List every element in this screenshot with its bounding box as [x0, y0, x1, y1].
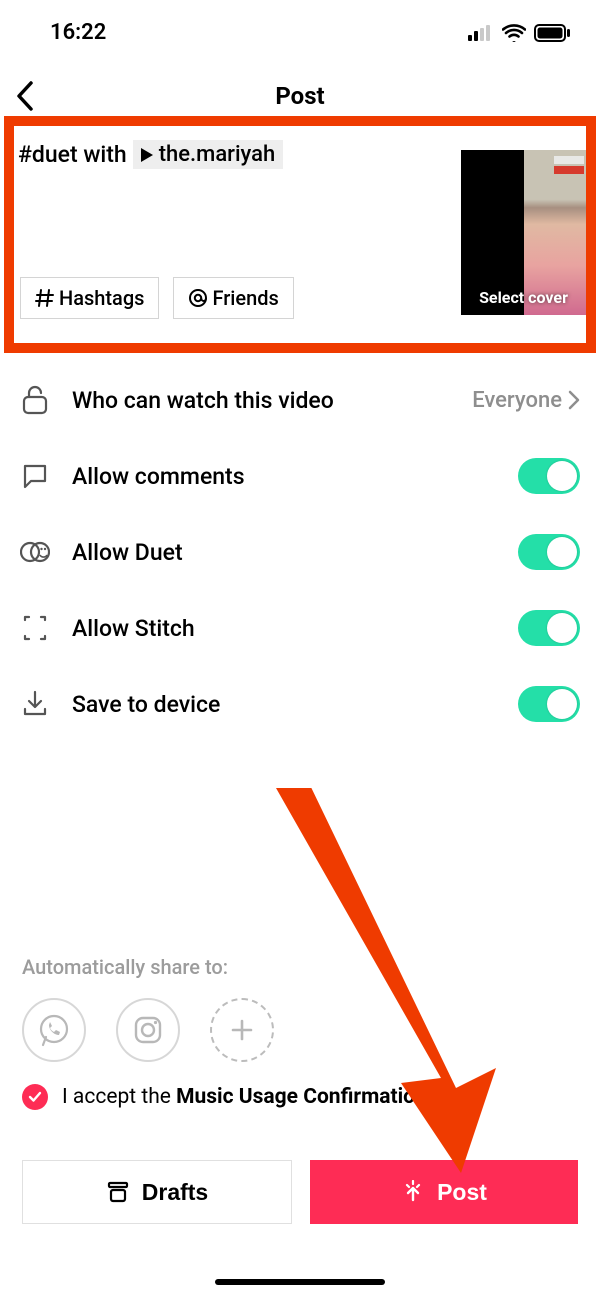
mention-username: the.mariyah	[159, 142, 276, 167]
instagram-icon	[131, 1013, 165, 1047]
share-whatsapp-button[interactable]	[22, 998, 86, 1062]
hashtags-button[interactable]: Hashtags	[20, 277, 159, 319]
friends-label: Friends	[212, 286, 278, 310]
save-toggle[interactable]	[518, 686, 580, 722]
battery-icon	[534, 24, 570, 42]
share-instagram-button[interactable]	[116, 998, 180, 1062]
privacy-label: Who can watch this video	[72, 387, 450, 414]
annotation-arrow	[256, 788, 506, 1178]
stitch-toggle[interactable]	[518, 610, 580, 646]
status-time: 16:22	[50, 20, 106, 45]
select-cover-label[interactable]: Select cover	[479, 288, 568, 307]
wifi-icon	[502, 24, 526, 42]
duet-label: Allow Duet	[72, 539, 496, 566]
plus-icon	[229, 1017, 255, 1043]
duet-row[interactable]: Allow Duet	[20, 514, 580, 590]
share-more-button[interactable]	[210, 998, 274, 1062]
at-icon	[188, 288, 208, 308]
chevron-right-icon	[568, 390, 580, 410]
privacy-value: Everyone	[472, 388, 580, 413]
comments-row[interactable]: Allow comments	[20, 438, 580, 514]
lock-icon	[20, 385, 50, 415]
privacy-row[interactable]: Who can watch this video Everyone	[20, 362, 580, 438]
music-usage-confirmation-row[interactable]: I accept the Music Usage Confirmation	[22, 1084, 427, 1110]
status-icons	[468, 24, 570, 42]
auto-share-label: Automatically share to:	[22, 955, 228, 979]
back-button[interactable]	[14, 80, 36, 112]
friends-button[interactable]: Friends	[173, 277, 293, 319]
comments-toggle[interactable]	[518, 458, 580, 494]
stitch-icon	[20, 614, 50, 642]
drafts-label: Drafts	[142, 1179, 208, 1206]
accept-checkbox[interactable]	[22, 1084, 48, 1110]
stitch-label: Allow Stitch	[72, 615, 496, 642]
hashtag-icon	[35, 288, 55, 308]
comments-label: Allow comments	[72, 463, 496, 490]
home-indicator	[215, 1279, 385, 1285]
status-bar: 16:22	[0, 0, 600, 55]
duet-icon	[20, 540, 50, 564]
settings-list: Who can watch this video Everyone Allow …	[20, 362, 580, 742]
download-icon	[20, 690, 50, 718]
mention-chip[interactable]: the.mariyah	[133, 140, 284, 169]
video-thumbnail[interactable]: Select cover	[461, 150, 586, 315]
page-title: Post	[275, 82, 324, 110]
bottom-button-row: Drafts Post	[22, 1160, 578, 1224]
chip-row: Hashtags Friends	[20, 277, 294, 319]
post-label: Post	[437, 1179, 487, 1206]
caption-prefix: #duet with	[18, 141, 127, 168]
stitch-row[interactable]: Allow Stitch	[20, 590, 580, 666]
hashtags-label: Hashtags	[59, 286, 144, 310]
save-row[interactable]: Save to device	[20, 666, 580, 742]
whatsapp-icon	[37, 1013, 71, 1047]
post-button[interactable]: Post	[310, 1160, 578, 1224]
header: Post	[0, 70, 600, 122]
drafts-icon	[106, 1181, 130, 1203]
drafts-button[interactable]: Drafts	[22, 1160, 292, 1224]
comment-icon	[20, 463, 50, 489]
post-icon	[401, 1180, 425, 1204]
accept-text: I accept the Music Usage Confirmation	[62, 1085, 427, 1109]
duet-toggle[interactable]	[518, 534, 580, 570]
save-label: Save to device	[72, 691, 496, 718]
share-row	[22, 998, 274, 1062]
cellular-icon	[468, 25, 494, 41]
play-icon	[141, 148, 153, 162]
